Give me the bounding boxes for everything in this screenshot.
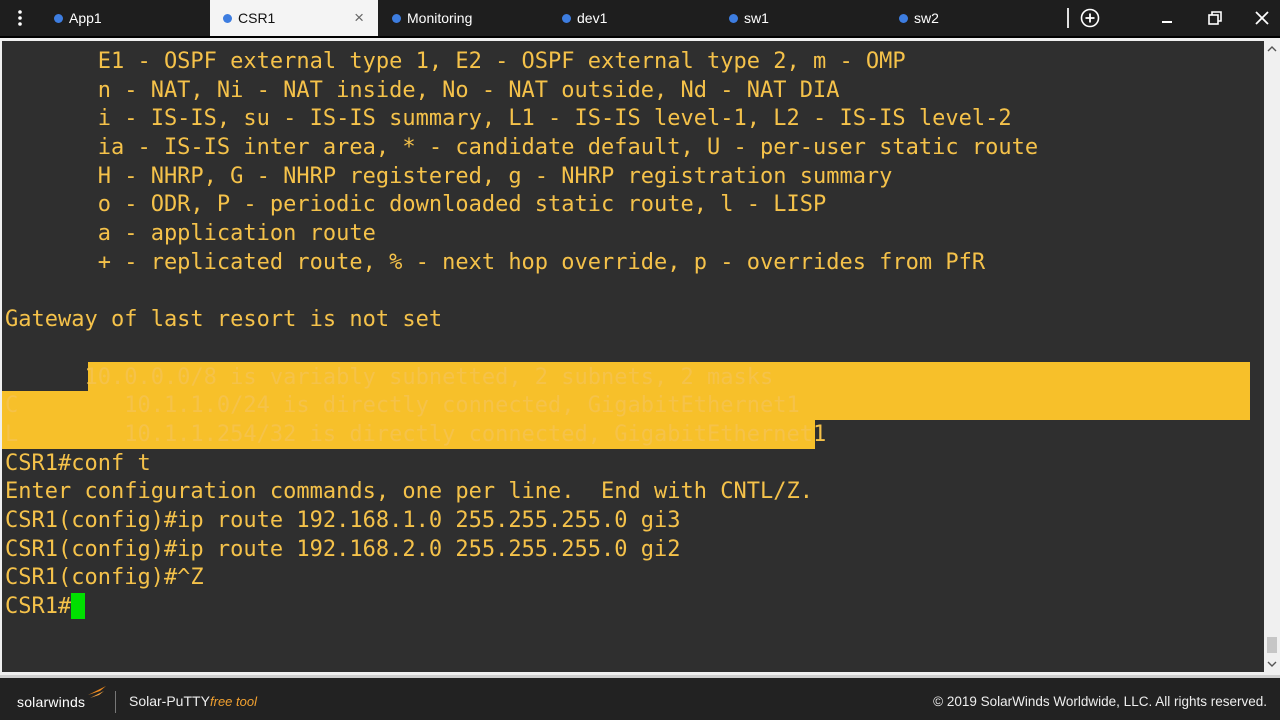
terminal-line: n - NAT, Ni - NAT inside, No - NAT outsi…: [5, 77, 840, 103]
tab-sw2[interactable]: sw2: [888, 0, 1058, 36]
session-status-icon: [223, 13, 232, 23]
footer-separator: [115, 691, 116, 713]
terminal-line: ia - IS-IS inter area, * - candidate def…: [5, 135, 1039, 161]
terminal-line: CSR1(config)#^Z: [5, 565, 204, 591]
scroll-up-icon[interactable]: [1264, 41, 1280, 57]
terminal-cursor: [71, 592, 86, 619]
terminal-line: L 10.1.1.254/32 is directly connected, G…: [5, 421, 827, 447]
tab-app1[interactable]: App1: [40, 0, 210, 36]
solarwinds-logo-icon: [88, 686, 106, 698]
vertical-dots-icon[interactable]: [12, 0, 28, 36]
tab-sw1[interactable]: sw1: [718, 0, 888, 36]
terminal-line: CSR1(config)#ip route 192.168.2.0 255.25…: [5, 536, 681, 562]
terminal-line: 10.0.0.0/8 is variably subnetted, 2 subn…: [5, 364, 774, 390]
session-status-icon: [562, 13, 571, 23]
session-status-icon: [729, 13, 738, 23]
tab-label: dev1: [577, 10, 608, 26]
terminal-line: i - IS-IS, su - IS-IS summary, L1 - IS-I…: [5, 106, 1012, 132]
close-icon[interactable]: [1242, 0, 1280, 36]
terminal-line: Gateway of last resort is not set: [5, 307, 443, 333]
minimize-icon[interactable]: [1147, 0, 1187, 36]
tab-label: CSR1: [238, 10, 276, 26]
restore-icon[interactable]: [1195, 0, 1235, 36]
product-name: Solar-PuTTY: [129, 693, 210, 709]
terminal-pane[interactable]: E1 - OSPF external type 1, E2 - OSPF ext…: [0, 38, 1280, 675]
scroll-down-icon[interactable]: [1264, 656, 1280, 672]
scrollbar-thumb[interactable]: [1267, 637, 1277, 653]
tab-divider: [1067, 8, 1069, 28]
terminal-line: H - NHRP, G - NHRP registered, g - NHRP …: [5, 163, 893, 189]
plus-circle-icon[interactable]: [1070, 0, 1110, 36]
terminal-prompt: CSR1#: [5, 594, 72, 620]
tab-csr1[interactable]: CSR1 ×: [210, 0, 378, 36]
tab-label: App1: [69, 10, 102, 26]
close-tab-icon[interactable]: ×: [354, 0, 364, 36]
terminal-prompt-line: CSR1#: [5, 592, 1038, 622]
free-tool-label: free tool: [210, 694, 257, 709]
terminal-line: o - ODR, P - periodic downloaded static …: [5, 192, 827, 218]
tab-label: Monitoring: [407, 10, 473, 26]
session-status-icon: [392, 13, 401, 23]
session-status-icon: [899, 13, 908, 23]
title-bar: App1 CSR1 × Monitoring dev1 sw1 sw2: [0, 0, 1280, 36]
copyright-text: © 2019 SolarWinds Worldwide, LLC. All ri…: [933, 694, 1267, 709]
tab-dev1[interactable]: dev1: [548, 0, 718, 36]
tab-label: sw1: [744, 10, 769, 26]
tab-monitoring[interactable]: Monitoring: [378, 0, 548, 36]
terminal-screen[interactable]: E1 - OSPF external type 1, E2 - OSPF ext…: [2, 41, 1264, 672]
tab-label: sw2: [914, 10, 939, 26]
solarwinds-logo: solarwinds: [17, 686, 106, 710]
terminal-line: CSR1(config)#ip route 192.168.1.0 255.25…: [5, 508, 681, 533]
terminal-line: E1 - OSPF external type 1, E2 - OSPF ext…: [5, 49, 906, 74]
terminal-line: a - application route: [5, 221, 376, 247]
vertical-scrollbar[interactable]: [1264, 41, 1280, 672]
terminal-line: Enter configuration commands, one per li…: [5, 479, 813, 505]
brand-name: solarwinds: [17, 694, 86, 710]
terminal-line: C 10.1.1.0/24 is directly connected, Gig…: [5, 393, 800, 419]
terminal-line: CSR1#conf t: [5, 450, 151, 476]
session-status-icon: [54, 13, 63, 23]
status-footer: solarwinds Solar-PuTTY free tool © 2019 …: [0, 675, 1280, 720]
footer-divider: [0, 675, 1280, 678]
terminal-line: + - replicated route, % - next hop overr…: [5, 249, 986, 275]
